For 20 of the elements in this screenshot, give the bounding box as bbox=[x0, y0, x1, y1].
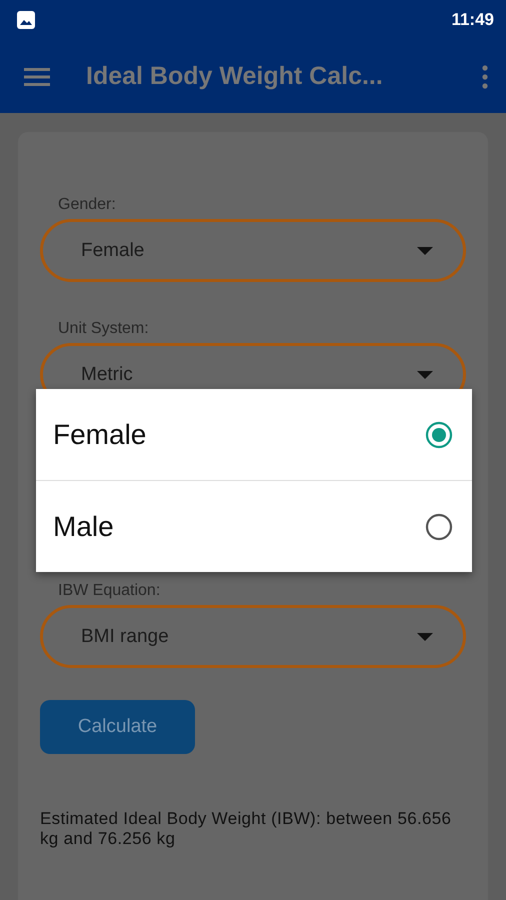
calculate-button[interactable]: Calculate bbox=[40, 700, 195, 754]
dropdown-arrow-icon bbox=[417, 632, 433, 640]
app-title: Ideal Body Weight Calc... bbox=[86, 62, 384, 91]
radio-button[interactable] bbox=[425, 512, 453, 540]
option-item[interactable]: Male bbox=[36, 480, 472, 572]
dropdown-field[interactable]: BMI range bbox=[40, 605, 466, 668]
menu-button[interactable] bbox=[24, 66, 50, 86]
field-label: Unit System: bbox=[58, 320, 150, 338]
dropdown-arrow-icon bbox=[417, 370, 433, 378]
radio-button[interactable] bbox=[425, 420, 453, 448]
more-options-button[interactable] bbox=[482, 64, 488, 88]
more-options-icon bbox=[482, 64, 488, 88]
image-icon bbox=[16, 10, 36, 30]
menu-icon bbox=[24, 66, 50, 86]
dropdown-field[interactable]: Female bbox=[40, 219, 466, 282]
clock-time: 11:49 bbox=[451, 10, 494, 30]
field-label: Gender: bbox=[58, 196, 117, 214]
dropdown-arrow-icon bbox=[417, 246, 433, 254]
field-label: IBW Equation: bbox=[58, 582, 162, 600]
result-text: Estimated Ideal Body Weight (IBW): between 56.656 kg and 76.256 kg bbox=[40, 809, 452, 849]
